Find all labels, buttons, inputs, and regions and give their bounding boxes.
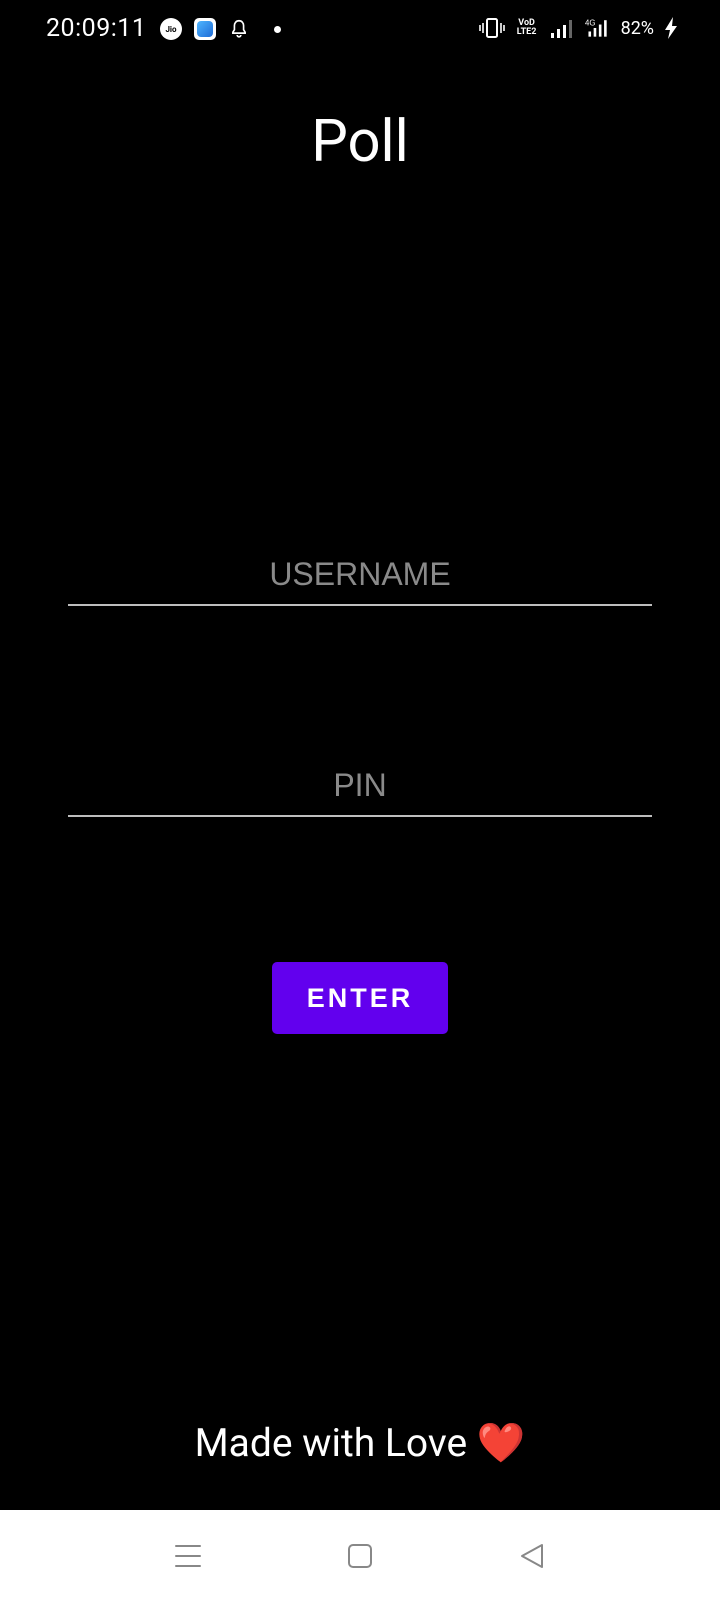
dot-icon [274,25,281,33]
enter-button[interactable]: ENTER [272,962,448,1034]
username-field-container [68,544,652,606]
navigation-bar [0,1510,720,1600]
back-icon[interactable] [512,1536,552,1576]
app-notification-icon [194,18,216,40]
battery-percentage: 82% [620,17,654,39]
pin-input[interactable] [68,755,652,815]
status-bar: 20:09:11 Jio VoD LTE2 4G 82% [0,0,720,64]
page-title: Poll [311,108,409,176]
vibrate-icon [478,18,505,38]
heart-icon: ❤️ [476,1420,526,1466]
notification-icons: Jio [160,18,281,40]
pin-field-container [68,755,652,817]
app-screen: 20:09:11 Jio VoD LTE2 4G 82% Poll USERNA… [0,0,720,1600]
home-icon[interactable] [340,1536,380,1576]
network-type-label: 4G [585,18,595,27]
footer-label: Made with Love [194,1420,468,1466]
username-input[interactable] [68,544,652,604]
volte-bottom-label: LTE2 [516,27,537,37]
bell-icon [232,19,246,38]
signal-4g-icon: 4G [585,18,607,37]
signal-icon [550,20,572,38]
jio-icon: Jio [160,18,182,40]
status-time: 20:09:11 [46,14,147,43]
menu-icon[interactable] [168,1536,208,1576]
charging-icon [665,17,677,39]
volte-icon: VoD LTE2 [515,19,539,37]
footer-text: Made with Love ❤️ [0,1420,720,1466]
system-icons: VoD LTE2 4G 82% [478,16,678,40]
